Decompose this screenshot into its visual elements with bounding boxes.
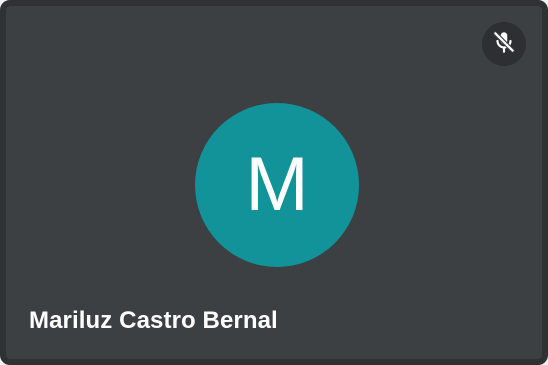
avatar: M [195, 103, 359, 267]
participant-tile[interactable]: M Mariluz Castro Bernal [0, 0, 548, 365]
participant-name: Mariluz Castro Bernal [29, 307, 278, 334]
avatar-initial: M [245, 142, 309, 227]
mute-indicator [482, 22, 526, 66]
mic-off-icon [491, 29, 517, 60]
